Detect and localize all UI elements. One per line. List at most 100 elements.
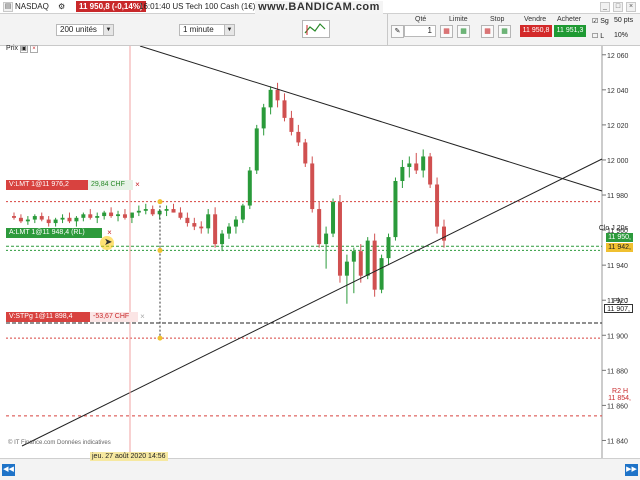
interval-value: 1 minute bbox=[183, 25, 214, 34]
close-series-icon[interactable]: × bbox=[29, 45, 38, 53]
sg-checkbox[interactable]: ☑ Sg bbox=[592, 17, 609, 25]
y-tick-label: 12 000 bbox=[607, 158, 629, 165]
candle-body bbox=[275, 89, 280, 101]
mouse-cursor-icon: ➤ bbox=[104, 237, 113, 248]
quantity-input[interactable]: 1 bbox=[404, 25, 436, 37]
candle-body bbox=[199, 226, 204, 229]
y-tick-label: 11 840 bbox=[607, 438, 628, 445]
vlmt-order-label: V:LMT 1@11 976,2 bbox=[6, 180, 88, 190]
candle-body bbox=[25, 219, 30, 222]
candle-body bbox=[150, 209, 155, 215]
l-checkbox[interactable]: ☐ L bbox=[592, 32, 604, 40]
chart-type-button[interactable] bbox=[302, 20, 330, 38]
stop-header: Stop bbox=[490, 16, 505, 23]
close-icon[interactable]: × bbox=[626, 2, 636, 12]
candle-body bbox=[435, 184, 440, 227]
buy-button[interactable]: 11 951,3 bbox=[554, 25, 586, 37]
candle-body bbox=[39, 216, 44, 220]
chart-canvas[interactable]: 12 06012 04012 02012 00011 98011 96011 9… bbox=[0, 46, 640, 480]
time-instrument-label: 16:01:40 US Tech 100 Cash (1€) bbox=[139, 2, 256, 11]
candle-body bbox=[421, 156, 426, 171]
vlmt-order-pnl: 29,84 CHF bbox=[88, 180, 133, 190]
maximize-icon[interactable]: □ bbox=[613, 2, 623, 12]
candle-body bbox=[310, 163, 315, 210]
y-tick-label: 12 020 bbox=[607, 123, 629, 130]
stop-buy-button[interactable]: ▦ bbox=[498, 25, 511, 38]
link-icon[interactable]: ⚙ bbox=[58, 2, 65, 11]
divider bbox=[387, 14, 388, 46]
interval-select[interactable]: 1 minute ▼ bbox=[179, 24, 235, 36]
candle-body bbox=[372, 240, 377, 290]
chevron-down-icon: ▼ bbox=[224, 25, 234, 35]
candle-body bbox=[227, 226, 231, 234]
candle-body bbox=[60, 217, 65, 220]
candle-body bbox=[358, 251, 363, 276]
candle-body bbox=[18, 217, 23, 222]
prix-label: Prix ▣ × bbox=[6, 45, 38, 53]
units-select[interactable]: 200 unités ▼ bbox=[56, 24, 114, 36]
time-axis-bar: ◀◀ ▶▶ jeu. 27 août 2020 14:56 bbox=[0, 452, 640, 480]
sg-label: Sg bbox=[600, 18, 609, 25]
candle-body bbox=[240, 205, 245, 220]
current-price-label: 11 950, bbox=[606, 233, 633, 242]
y-tick-label: 11 900 bbox=[607, 333, 628, 340]
candle-body bbox=[303, 142, 308, 164]
limit-buy-button[interactable]: ▦ bbox=[457, 25, 470, 38]
candle-body bbox=[365, 240, 370, 276]
candle-body bbox=[129, 212, 134, 218]
candle-body bbox=[247, 170, 252, 206]
candle-body bbox=[171, 209, 176, 213]
lock-icon[interactable]: ▣ bbox=[20, 45, 29, 53]
candle-body bbox=[400, 166, 405, 181]
buy-header: Acheter bbox=[557, 16, 582, 23]
title-bar: ▤ NASDAQ ⚙ 11 950,8 (-0,14%) 16:01:40 US… bbox=[0, 0, 640, 14]
candle-body bbox=[261, 107, 266, 129]
candle-body bbox=[351, 251, 356, 262]
candle-body bbox=[88, 214, 93, 218]
candle-body bbox=[185, 217, 190, 224]
chart-style-icon bbox=[304, 23, 326, 35]
sell-button[interactable]: 11 950,8 bbox=[520, 25, 552, 37]
vstp-order-label: V:STPg 1@11 898,4 bbox=[6, 312, 90, 322]
y-tick-label: 11 880 bbox=[607, 368, 628, 375]
cursor-date-label: jeu. 27 août 2020 14:56 bbox=[90, 452, 168, 461]
y-tick-label: 11 980 bbox=[607, 193, 628, 200]
candle-body bbox=[206, 214, 211, 229]
window-menu-icon[interactable]: ▤ bbox=[3, 2, 13, 12]
vstp-cancel-icon[interactable]: × bbox=[138, 312, 147, 322]
scroll-left-icon[interactable]: ◀◀ bbox=[2, 464, 15, 476]
candle-body bbox=[95, 216, 100, 218]
trading-window: ▤ NASDAQ ⚙ 11 950,8 (-0,14%) 16:01:40 US… bbox=[0, 0, 640, 480]
candle-body bbox=[32, 216, 37, 220]
order-handle bbox=[157, 199, 163, 205]
candle-body bbox=[324, 233, 329, 245]
data-source-label: © IT Finance.com Données indicatives bbox=[8, 440, 111, 446]
candle-body bbox=[81, 214, 86, 218]
y-tick-label: 11 940 bbox=[607, 263, 628, 270]
candle-body bbox=[407, 163, 412, 167]
limit-sell-button[interactable]: ▦ bbox=[440, 25, 453, 38]
vlmt-cancel-icon[interactable]: × bbox=[133, 180, 142, 190]
candle-body bbox=[136, 210, 141, 213]
order-tool-icon[interactable]: ✎ bbox=[391, 25, 404, 38]
y-tick-label: 12 060 bbox=[607, 53, 629, 60]
candle-body bbox=[220, 233, 225, 245]
candle-body bbox=[178, 212, 183, 218]
candle-body bbox=[122, 214, 127, 218]
chevron-down-icon: ▼ bbox=[103, 25, 113, 35]
candle-body bbox=[233, 219, 238, 227]
y-tick-label: 11 860 bbox=[607, 403, 628, 410]
candle-body bbox=[344, 261, 349, 276]
scroll-right-icon[interactable]: ▶▶ bbox=[625, 464, 638, 476]
instrument-name: NASDAQ bbox=[15, 2, 49, 11]
plot-background bbox=[0, 46, 640, 458]
stop-sell-button[interactable]: ▦ bbox=[481, 25, 494, 38]
candle-body bbox=[393, 180, 398, 238]
pts-label: 50 pts bbox=[614, 17, 634, 24]
candle-body bbox=[46, 219, 51, 224]
price-change-badge: 11 950,8 (-0,14%) bbox=[76, 1, 146, 12]
candle-body bbox=[282, 100, 287, 118]
r2-price-label: 11 854, bbox=[608, 395, 631, 402]
minimize-icon[interactable]: _ bbox=[600, 2, 610, 12]
price-chart[interactable]: 12 060 12 040 12 020 12 000 11 980 11 960 11 9… bbox=[0, 45, 640, 480]
